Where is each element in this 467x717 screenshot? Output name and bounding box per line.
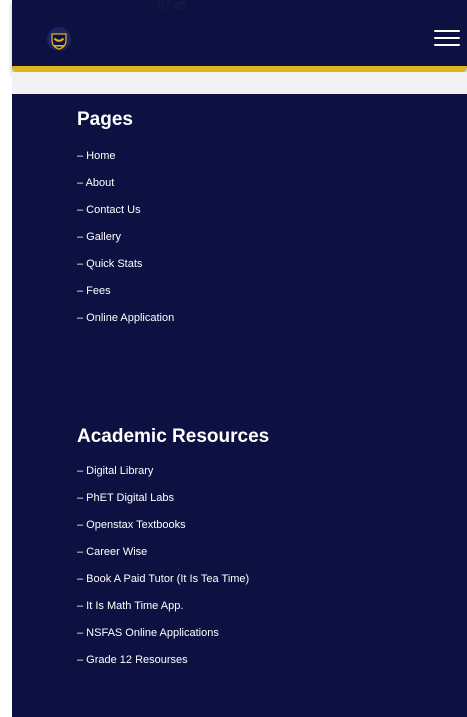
link-math-time-app[interactable]: – It Is Math Time App. <box>77 599 249 626</box>
link-fees[interactable]: – Fees <box>77 284 174 311</box>
link-digital-library[interactable]: – Digital Library <box>77 464 249 491</box>
link-grade-12-resources[interactable]: – Grade 12 Resourses <box>77 653 249 680</box>
menu-line <box>434 44 460 46</box>
menu-line <box>434 37 460 39</box>
pages-heading: Pages <box>77 109 133 130</box>
link-book-paid-tutor[interactable]: – Book A Paid Tutor (It Is Tea Time) <box>77 572 249 599</box>
link-contact-us[interactable]: – Contact Us <box>77 203 174 230</box>
menu-line <box>434 30 460 32</box>
link-career-wise[interactable]: – Career Wise <box>77 545 249 572</box>
status-time: 07:45 <box>158 0 186 12</box>
link-phet-digital-labs[interactable]: – PhET Digital Labs <box>77 491 249 518</box>
page: 07:45 Pages – Home – About – Contact Us … <box>0 0 467 717</box>
link-about[interactable]: – About <box>77 176 174 203</box>
link-online-application[interactable]: – Online Application <box>77 311 174 338</box>
site-header <box>12 0 467 68</box>
link-quick-stats[interactable]: – Quick Stats <box>77 257 174 284</box>
link-openstax-textbooks[interactable]: – Openstax Textbooks <box>77 518 249 545</box>
link-home[interactable]: – Home <box>77 149 174 176</box>
link-gallery[interactable]: – Gallery <box>77 230 174 257</box>
link-nsfas-applications[interactable]: – NSFAS Online Applications <box>77 626 249 653</box>
section-gap <box>12 72 467 94</box>
academic-link-list: – Digital Library – PhET Digital Labs – … <box>77 464 249 680</box>
pages-link-list: – Home – About – Contact Us – Gallery – … <box>77 149 174 338</box>
academic-resources-heading: Academic Resources <box>77 426 270 447</box>
school-crest-icon[interactable] <box>46 26 72 52</box>
hamburger-menu-icon[interactable] <box>432 27 462 49</box>
